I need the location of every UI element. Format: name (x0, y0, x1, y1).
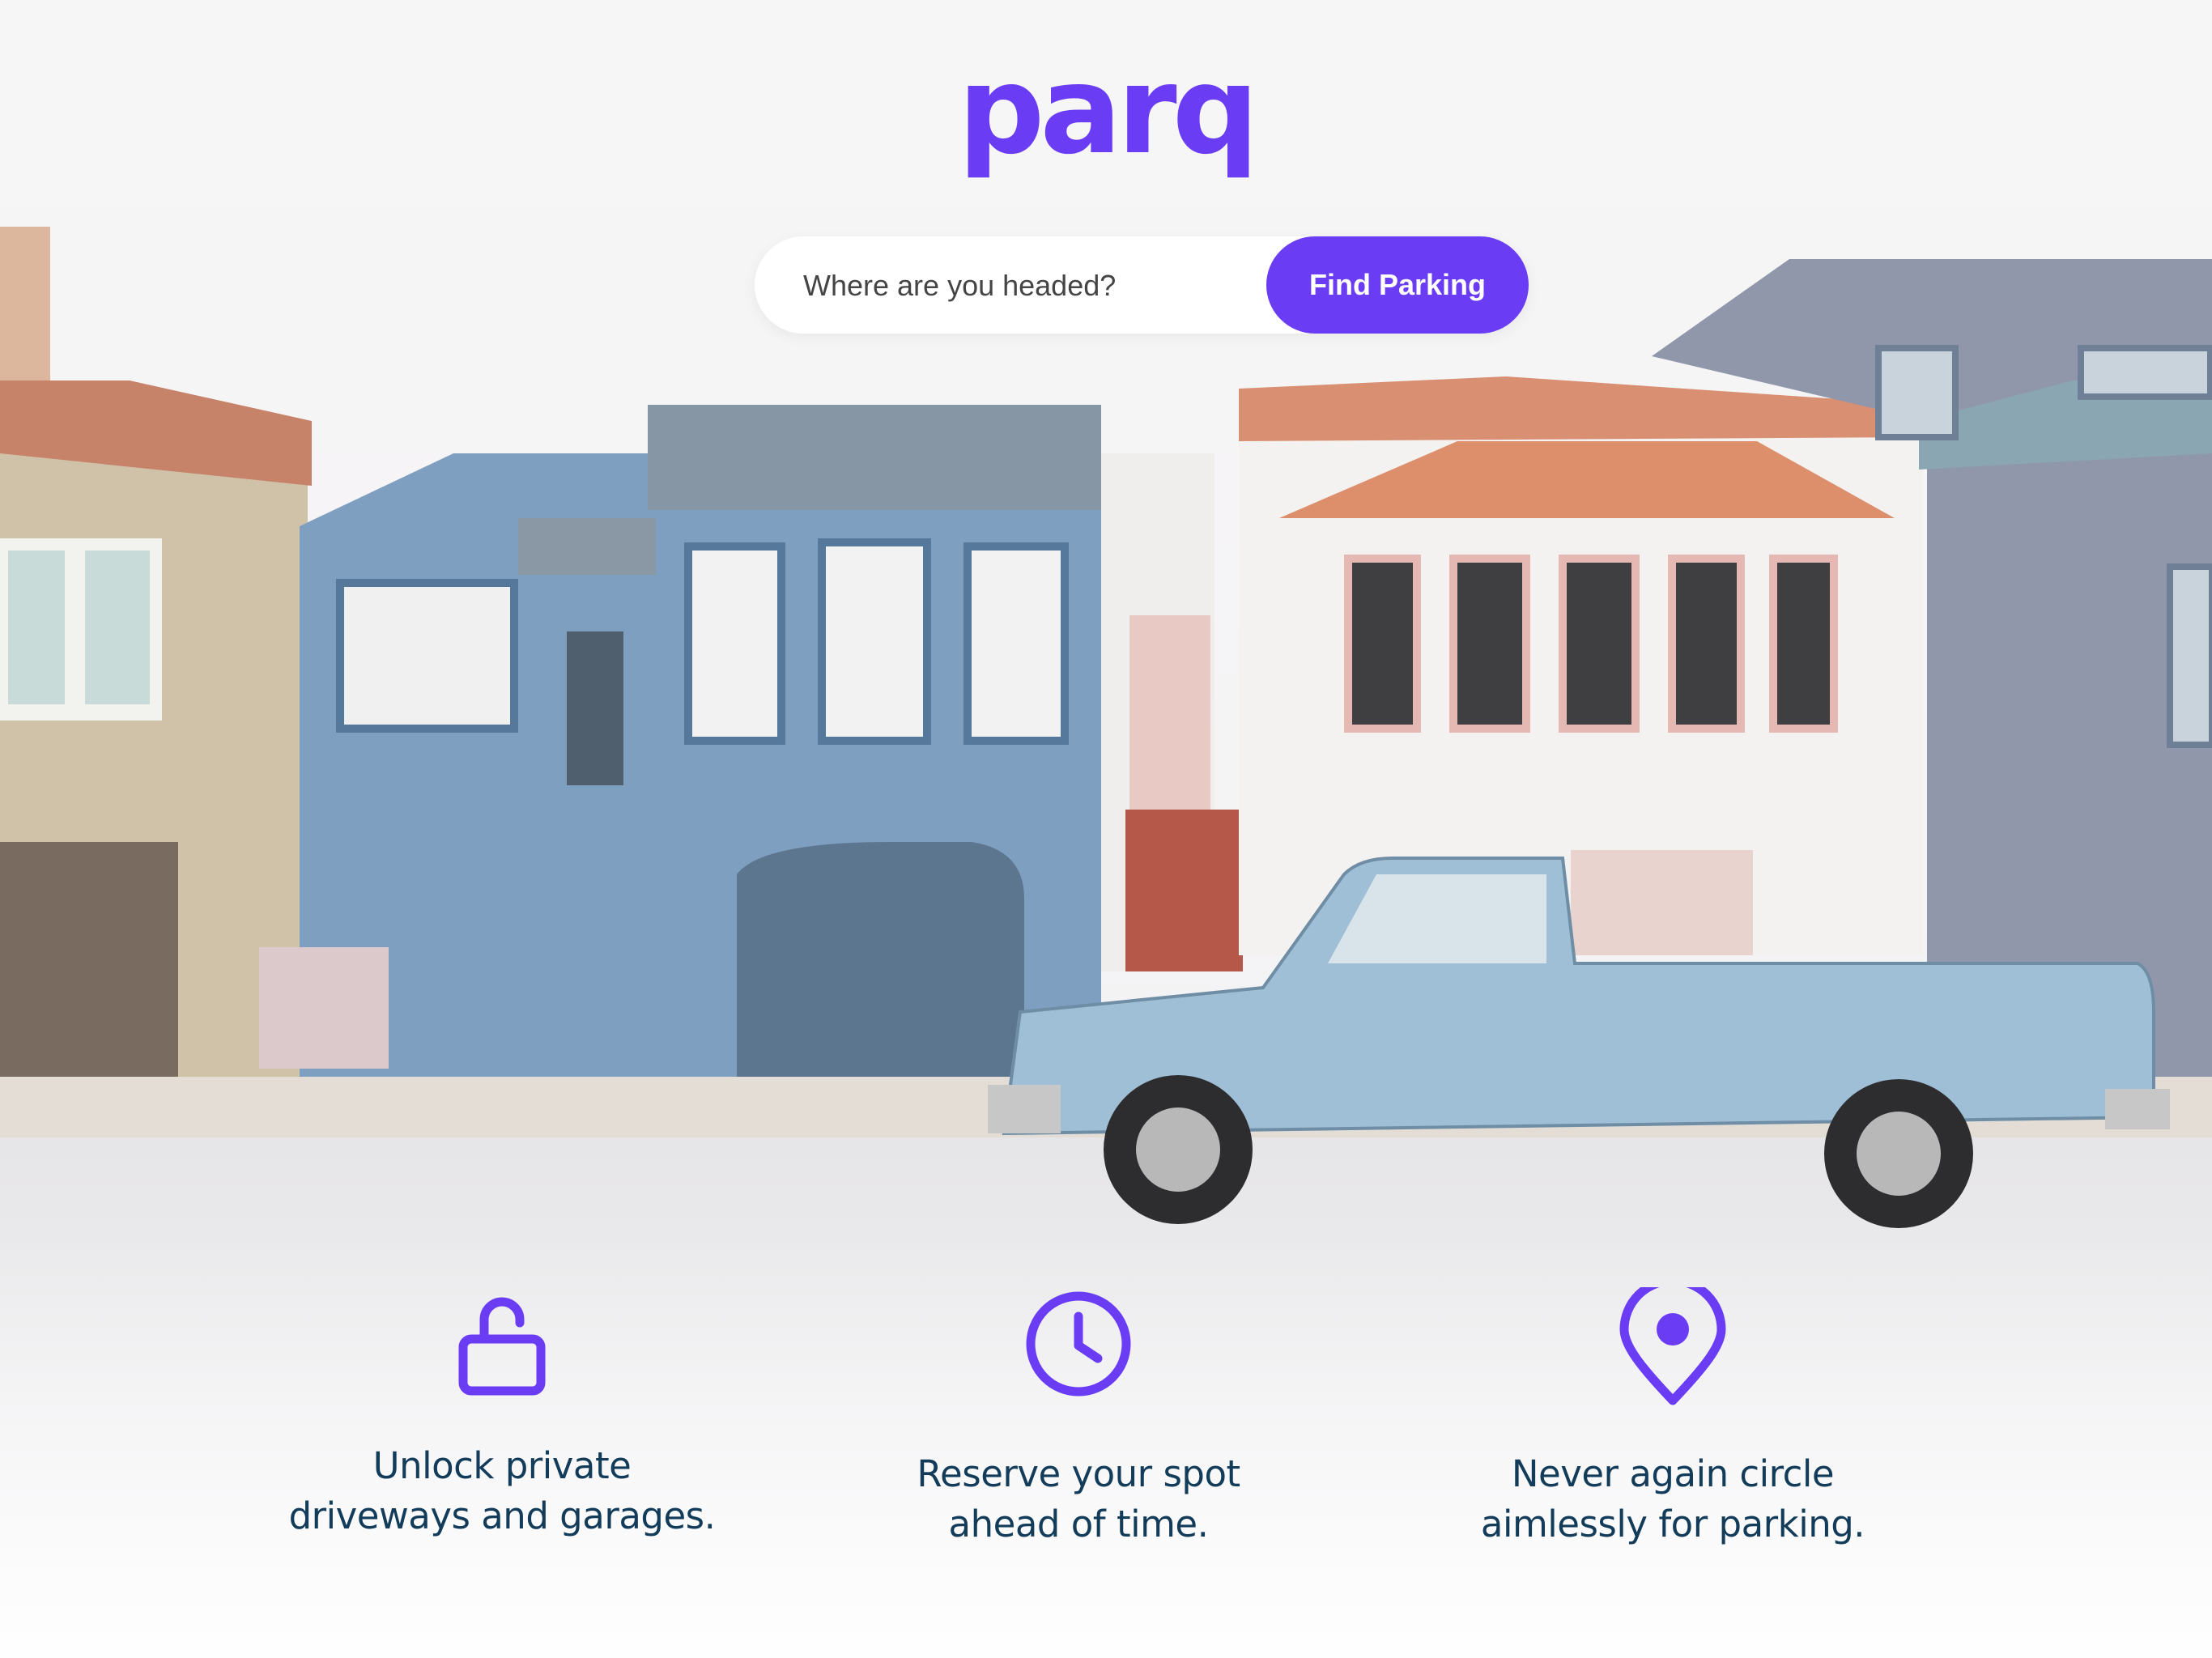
brand-logo[interactable]: parq (0, 50, 2212, 172)
find-parking-button[interactable]: Find Parking (1266, 236, 1529, 334)
unlock-icon (458, 1297, 546, 1396)
clock-icon (1026, 1291, 1131, 1397)
search-bar: Find Parking (755, 236, 1529, 334)
map-pin-icon (1619, 1287, 1726, 1405)
feature-label: Reserve your spot ahead of time. (917, 1452, 1240, 1545)
feature-label: Unlock private driveways and garages. (288, 1444, 716, 1537)
feature-unlock-private-driveways: Unlock private driveways and garages. (243, 1287, 761, 1541)
feature-label: Never again circle aimlessly for parking… (1480, 1452, 1865, 1545)
feature-never-circle: Never again circle aimlessly for parking… (1414, 1287, 1932, 1550)
feature-reserve-spot: Reserve your spot ahead of time. (819, 1287, 1338, 1550)
destination-search-input[interactable] (802, 253, 1258, 319)
